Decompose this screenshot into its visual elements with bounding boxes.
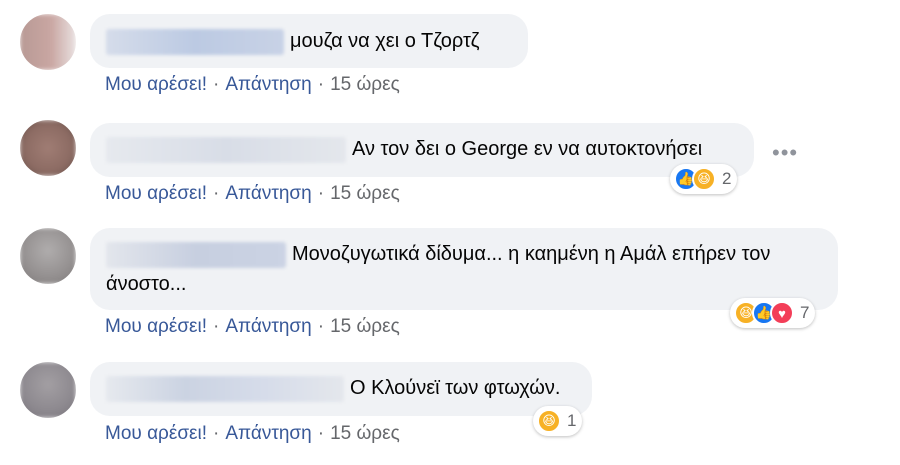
comment-text: μουζα να χει ο Τζορτζ xyxy=(290,30,480,53)
reaction-count: 7 xyxy=(800,303,810,322)
comment-bubble: Μονοζυγωτικά δίδυμα... η καημένη η Αμάλ … xyxy=(90,228,838,310)
like-link[interactable]: Μου αρέσει! xyxy=(105,183,207,204)
reactions-summary[interactable]: 😆 👍 ♥ 7 xyxy=(730,298,816,328)
reply-link[interactable]: Απάντηση xyxy=(225,423,311,444)
reply-link[interactable]: Απάντηση xyxy=(225,316,311,337)
love-icon: ♥ xyxy=(770,301,794,325)
comment-text-line: Μονοζυγωτικά δίδυμα... η καημένη η Αμάλ … xyxy=(292,243,771,266)
author-name[interactable] xyxy=(106,136,346,163)
comment-actions: Μου αρέσει! · Απάντηση · 15 ώρες xyxy=(105,74,400,95)
reaction-count: 2 xyxy=(722,169,732,188)
comment-text-line: άνοστο... xyxy=(106,273,187,296)
author-name[interactable] xyxy=(106,28,284,55)
timestamp[interactable]: 15 ώρες xyxy=(330,74,400,95)
comment-bubble: Ο Κλούνεϊ των φτωχών. xyxy=(90,362,592,416)
avatar[interactable] xyxy=(20,228,76,284)
timestamp[interactable]: 15 ώρες xyxy=(330,316,400,337)
comment-bubble: Αν τον δει ο George εν να αυτοκτονήσει xyxy=(90,123,754,177)
comment-actions: Μου αρέσει! · Απάντηση · 15 ώρες xyxy=(105,316,400,337)
avatar[interactable] xyxy=(20,362,76,418)
comment-text: Αν τον δει ο George εν να αυτοκτονήσει xyxy=(352,138,703,161)
like-link[interactable]: Μου αρέσει! xyxy=(105,316,207,337)
reaction-count: 1 xyxy=(567,411,577,430)
author-name[interactable] xyxy=(106,375,344,402)
like-link[interactable]: Μου αρέσει! xyxy=(105,74,207,95)
reply-link[interactable]: Απάντηση xyxy=(225,183,311,204)
comment-bubble: μουζα να χει ο Τζορτζ xyxy=(90,14,528,68)
comment-text: Ο Κλούνεϊ των φτωχών. xyxy=(350,377,561,400)
timestamp[interactable]: 15 ώρες xyxy=(330,423,400,444)
comment-actions: Μου αρέσει! · Απάντηση · 15 ώρες xyxy=(105,183,400,204)
reactions-summary[interactable]: 😆 1 xyxy=(533,406,583,436)
reply-link[interactable]: Απάντηση xyxy=(225,74,311,95)
author-name[interactable] xyxy=(106,241,286,268)
haha-icon: 😆 xyxy=(692,167,716,191)
haha-icon: 😆 xyxy=(537,409,561,433)
avatar[interactable] xyxy=(20,14,76,70)
timestamp[interactable]: 15 ώρες xyxy=(330,183,400,204)
more-options-icon[interactable]: ••• xyxy=(772,140,798,166)
reactions-summary[interactable]: 👍 😆 2 xyxy=(670,164,738,194)
avatar[interactable] xyxy=(20,120,76,176)
comment-actions: Μου αρέσει! · Απάντηση · 15 ώρες xyxy=(105,423,400,444)
like-link[interactable]: Μου αρέσει! xyxy=(105,423,207,444)
